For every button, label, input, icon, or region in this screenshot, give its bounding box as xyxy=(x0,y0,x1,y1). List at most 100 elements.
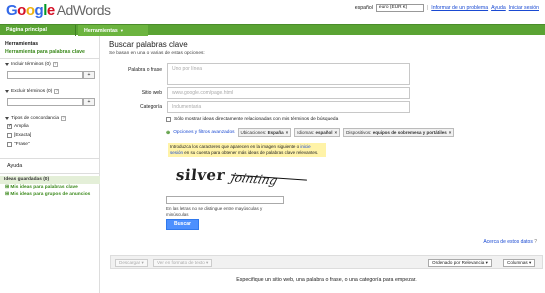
help-icon: ? xyxy=(534,239,537,245)
devices-chip[interactable]: Dispositivos: equipos de sobremesa y por… xyxy=(343,128,455,137)
divider xyxy=(0,158,100,159)
saved-adgroup-ideas-label: Mis ideas para grupos de anuncios xyxy=(10,192,91,197)
checkbox[interactable] xyxy=(7,142,12,147)
download-label: Descargar xyxy=(119,260,141,265)
sign-in-link[interactable]: Iniciar sesión xyxy=(509,5,539,11)
keyword-textarea[interactable]: Uno por línea xyxy=(167,63,410,85)
about-data-label: Acerca de estos datos xyxy=(483,239,533,245)
exclude-terms-input[interactable] xyxy=(7,98,83,106)
include-add-button[interactable]: + xyxy=(83,71,95,79)
top-bar: Google AdWords español euro (EUR €) | Inf… xyxy=(0,0,545,24)
chip-value: español xyxy=(315,130,333,135)
help-icon[interactable]: ? xyxy=(52,62,58,67)
triangle-down-icon xyxy=(5,63,9,66)
download-button[interactable]: Descargar ▾ xyxy=(115,259,148,267)
captcha-word: silver xyxy=(175,166,226,184)
category-input[interactable]: Indumentaria xyxy=(167,101,410,113)
checkbox[interactable] xyxy=(166,117,171,122)
columns-button[interactable]: Columnas ▾ xyxy=(503,259,536,267)
divider xyxy=(0,58,100,59)
only-related-label: Sólo mostrar ideas directamente relacion… xyxy=(174,117,339,122)
chip-key: Dispositivos: xyxy=(346,130,372,135)
exclude-terms-label: Excluir términos (0) xyxy=(11,89,53,94)
chip-value: España xyxy=(267,130,284,135)
top-links: español euro (EUR €) | Informar de un pr… xyxy=(355,4,539,12)
help-link[interactable]: Ayuda xyxy=(491,5,506,11)
captcha-image: silver jointing xyxy=(171,166,311,192)
match-types-toggle[interactable]: Tipos de concordancia ? xyxy=(5,116,67,121)
include-terms-label: Incluir términos (0) xyxy=(11,62,51,67)
sidebar: Herramientas Herramienta para palabras c… xyxy=(0,36,100,293)
plus-icon[interactable]: ⊕ xyxy=(166,130,170,136)
results-toolbar: Descargar ▾ Ver en formato de texto ▾ Or… xyxy=(110,255,543,269)
columns-label: Columnas xyxy=(507,260,528,265)
include-terms-input[interactable] xyxy=(7,71,83,79)
keyword-field-label: Palabra o frase xyxy=(128,67,162,73)
language-label: español xyxy=(354,5,373,11)
advanced-options-link[interactable]: Opciones y filtros avanzados xyxy=(173,130,234,135)
category-field-label: Categoría xyxy=(140,104,162,110)
divider xyxy=(0,173,100,174)
match-phrase[interactable]: "Frase" xyxy=(7,142,30,147)
website-input[interactable]: www.google.com/page.html xyxy=(167,87,410,99)
triangle-down-icon xyxy=(5,90,9,93)
adwords-logo[interactable]: Google AdWords xyxy=(6,2,111,19)
tab-home-label: Página principal xyxy=(6,27,47,33)
captcha-instructions: Introduzca los caracteres que aparecen e… xyxy=(168,143,326,157)
captcha-word: jointing xyxy=(229,170,280,188)
currency-select[interactable]: euro (EUR €) xyxy=(375,4,424,12)
page-subtitle: Se basan en una o varias de estas opcion… xyxy=(109,51,205,56)
tab-tools-label: Herramientas xyxy=(84,28,118,34)
match-broad[interactable]: Amplia xyxy=(7,123,29,129)
triangle-down-icon xyxy=(5,117,9,120)
captcha-hint: En las letras no se distingue entre mayú… xyxy=(166,206,263,217)
close-icon[interactable]: × xyxy=(286,130,289,135)
advanced-filters-row: ⊕ Opciones y filtros avanzados Ubicacion… xyxy=(166,128,455,137)
match-exact-label: [Exacta] xyxy=(14,133,32,138)
include-terms-toggle[interactable]: Incluir términos (0) ? xyxy=(5,62,58,67)
website-field-label: Sitio web xyxy=(141,90,162,96)
logo-product: AdWords xyxy=(56,2,111,18)
captcha-input[interactable] xyxy=(166,196,284,204)
search-button[interactable]: Buscar xyxy=(166,219,199,230)
saved-keyword-ideas-label: Mis ideas para palabras clave xyxy=(10,185,78,190)
tab-tools[interactable]: Herramientas ▼ xyxy=(78,25,148,36)
tab-home[interactable]: Página principal xyxy=(0,25,76,36)
match-phrase-label: "Frase" xyxy=(14,142,30,147)
chip-value: equipos de sobremesa y portátiles xyxy=(372,130,447,135)
match-exact[interactable]: [Exacta] xyxy=(7,133,31,138)
close-icon[interactable]: × xyxy=(335,130,338,135)
sort-select[interactable]: Ordenado por Relevancia ▾ xyxy=(428,259,492,267)
close-icon[interactable]: × xyxy=(449,130,452,135)
checkbox[interactable] xyxy=(7,133,12,138)
exclude-add-button[interactable]: + xyxy=(83,98,95,106)
saved-ideas-header[interactable]: Ideas guardadas (0) xyxy=(0,176,100,184)
only-related-option[interactable]: Sólo mostrar ideas directamente relacion… xyxy=(166,117,338,122)
chevron-down-icon: ▼ xyxy=(119,28,124,33)
main-nav: Página principal Herramientas ▼ xyxy=(0,24,545,36)
captcha-note-text: Introduzca los caracteres que aparecen e… xyxy=(170,144,301,149)
help-icon[interactable]: ? xyxy=(54,89,60,94)
match-types-label: Tipos de concordancia xyxy=(11,116,60,121)
checkbox[interactable] xyxy=(7,123,12,129)
view-as-text-label: Ver en formato de texto xyxy=(157,260,205,265)
chip-key: Idiomas: xyxy=(297,130,315,135)
captcha-note-text: en su cuenta para obtener más ideas de p… xyxy=(183,150,319,155)
about-data-link[interactable]: Acerca de estos datos ? xyxy=(483,239,537,245)
view-as-text-button[interactable]: Ver en formato de texto ▾ xyxy=(153,259,213,267)
report-problem-link[interactable]: Informar de un problema xyxy=(431,5,488,11)
saved-keyword-ideas-link[interactable]: ⊞ Mis ideas para palabras clave xyxy=(5,185,78,190)
sidebar-item-keyword-tool[interactable]: Herramienta para palabras clave xyxy=(5,49,85,55)
page-title: Buscar palabras clave xyxy=(109,40,188,49)
language-chip[interactable]: Idiomas: español × xyxy=(294,128,341,137)
separator: | xyxy=(426,5,429,11)
saved-adgroup-ideas-link[interactable]: ⊞ Mis ideas para grupos de anuncios xyxy=(5,192,97,198)
sidebar-title: Herramientas xyxy=(5,41,39,47)
location-chip[interactable]: Ubicaciones: España × xyxy=(237,128,292,137)
help-heading[interactable]: Ayuda xyxy=(7,163,22,169)
exclude-terms-toggle[interactable]: Excluir términos (0) ? xyxy=(5,89,60,94)
results-empty-message: Especifique un sitio web, una palabra o … xyxy=(236,277,417,283)
match-broad-label: Amplia xyxy=(14,124,29,129)
chip-key: Ubicaciones: xyxy=(240,130,267,135)
help-icon[interactable]: ? xyxy=(61,116,67,121)
